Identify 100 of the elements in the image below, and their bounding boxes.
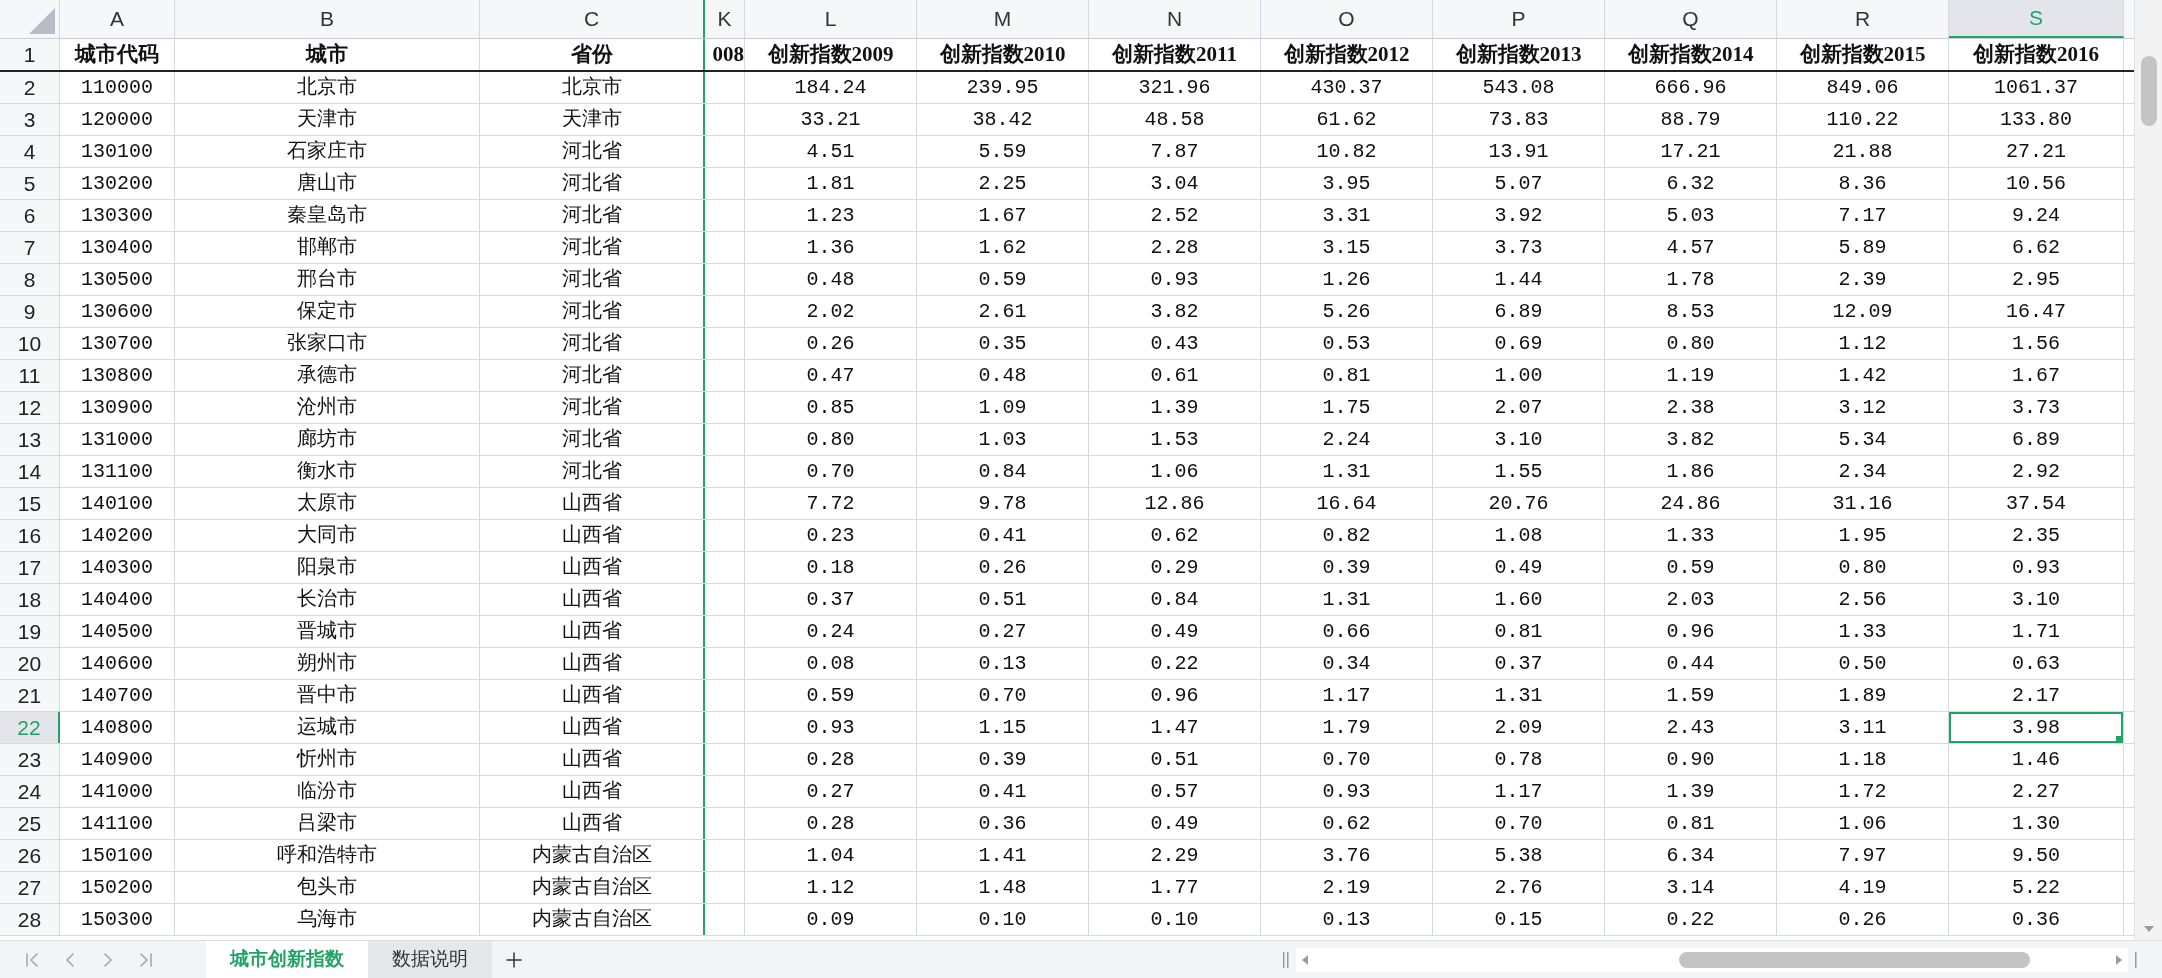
table-cell-text: 130900	[80, 394, 154, 421]
table-cell-text: 0.09	[805, 906, 856, 933]
splitter-icon[interactable]	[2134, 951, 2138, 968]
sheet-tab[interactable]: 数据说明	[368, 941, 492, 978]
splitter-icon[interactable]	[1282, 951, 1290, 968]
table-cell-text: 山西省	[560, 522, 623, 549]
table-cell-text: 16.47	[2005, 298, 2067, 325]
column-header[interactable]: M	[917, 0, 1089, 38]
scroll-down-icon[interactable]	[2143, 926, 2154, 932]
column-header[interactable]: O	[1261, 0, 1433, 38]
table-cell-text: 1.46	[2011, 746, 2061, 773]
table-cell-text: 0.37	[805, 586, 856, 613]
table-cell-text: 0.61	[1149, 362, 1200, 389]
column-header[interactable]: A	[60, 0, 175, 38]
scroll-left-icon[interactable]	[1302, 954, 1308, 965]
row-header[interactable]: 21	[0, 680, 60, 711]
table-cell-text: 0.10	[1149, 906, 1200, 933]
table-cell-text: 晋中市	[296, 682, 358, 709]
table-cell-text: 0.36	[2011, 906, 2061, 933]
row-header[interactable]: 26	[0, 840, 60, 871]
table-cell-text: 河北省	[560, 138, 623, 165]
table-cell-text: 1.30	[2011, 810, 2061, 837]
select-all-icon[interactable]	[29, 8, 55, 34]
table-cell-text: 5.03	[1665, 202, 1716, 229]
row-header[interactable]: 16	[0, 520, 60, 551]
table-cell-text: 0.22	[1149, 650, 1200, 677]
table-cell-text: 河北省	[560, 362, 623, 389]
row-header[interactable]: 24	[0, 776, 60, 807]
header-cell-text: 创新指数2009	[766, 40, 895, 68]
table-cell-text: 天津市	[560, 106, 623, 133]
row-header[interactable]: 7	[0, 232, 60, 263]
table-cell-text: 130200	[80, 170, 154, 197]
table-cell-text: 8.36	[1837, 170, 1888, 197]
table-cell-text: 山西省	[560, 586, 623, 613]
row-header[interactable]: 28	[0, 904, 60, 935]
scroll-thumb[interactable]	[2140, 56, 2157, 126]
table-cell-text: 141100	[80, 810, 154, 837]
row-header[interactable]: 25	[0, 808, 60, 839]
vertical-scrollbar[interactable]	[2134, 0, 2162, 940]
row-header[interactable]: 5	[0, 168, 60, 199]
column-header[interactable]: P	[1433, 0, 1605, 38]
table-cell-text: 140800	[80, 714, 154, 741]
table-cell-text: 1.19	[1665, 362, 1716, 389]
column-header[interactable]: L	[745, 0, 917, 38]
table-cell-text: 17.21	[1659, 138, 1722, 165]
horizontal-scrollbar[interactable]	[1296, 947, 2128, 972]
table-cell-text: 山西省	[560, 618, 623, 645]
table-cell-text: 2.03	[1665, 586, 1716, 613]
table-cell-text: 130300	[80, 202, 154, 229]
table-cell-text: 1.17	[1493, 778, 1544, 805]
table-cell-text: 10.82	[1315, 138, 1378, 165]
table-cell-text: 131100	[80, 458, 154, 485]
column-header[interactable]: Q	[1605, 0, 1777, 38]
table-cell-text: 河北省	[560, 394, 623, 421]
table-cell-text: 1.06	[1837, 810, 1888, 837]
table-cell[interactable]: 3.98	[1949, 712, 2123, 743]
table-cell-text: 3.82	[1149, 298, 1200, 325]
table-cell-text: 0.82	[1321, 522, 1372, 549]
table-cell-text: 2.52	[1149, 202, 1200, 229]
column-header[interactable]: C	[480, 0, 705, 38]
column-header[interactable]: K	[705, 0, 745, 38]
row-header[interactable]: 17	[0, 552, 60, 583]
table-cell-text: 忻州市	[295, 746, 358, 773]
table-cell-text: 1061.37	[1993, 74, 2079, 101]
table-cell-text: 130400	[80, 234, 154, 261]
table-cell-text: 10.56	[2005, 170, 2067, 197]
row-header[interactable]: 12	[0, 392, 60, 423]
row-header[interactable]: 9	[0, 296, 60, 327]
row-header[interactable]: 27	[0, 872, 60, 903]
table-cell-text: 1.39	[1149, 394, 1200, 421]
table-cell-text: 邢台市	[296, 266, 358, 293]
table-cell-text: 3.76	[1321, 842, 1372, 869]
table-cell-text: 1.95	[1837, 522, 1888, 549]
row-header[interactable]: 18	[0, 584, 60, 615]
row-header[interactable]: 23	[0, 744, 60, 775]
table-cell-text: 河北省	[560, 202, 623, 229]
table-cell-text: 0.29	[1149, 554, 1200, 581]
column-header[interactable]: N	[1089, 0, 1261, 38]
table-cell-text: 晋城市	[296, 618, 358, 645]
column-header[interactable]: B	[175, 0, 480, 38]
row-header[interactable]: 2	[0, 72, 60, 103]
row-header[interactable]: 3	[0, 104, 60, 135]
row-header[interactable]: 20	[0, 648, 60, 679]
row-header[interactable]: 13	[0, 424, 60, 455]
table-cell-text: 沧州市	[296, 394, 358, 421]
table-cell-text: 3.73	[1493, 234, 1544, 261]
row-header[interactable]: 10	[0, 328, 60, 359]
row-header[interactable]: 11	[0, 360, 60, 391]
row-header[interactable]: 19	[0, 616, 60, 647]
row-header[interactable]: 4	[0, 136, 60, 167]
table-cell-text: 150300	[80, 906, 154, 933]
row-header[interactable]: 1	[0, 39, 60, 70]
row-header[interactable]: 6	[0, 200, 60, 231]
scroll-right-icon[interactable]	[2116, 954, 2122, 965]
row-header[interactable]: 15	[0, 488, 60, 519]
table-cell-text: 1.59	[1665, 682, 1716, 709]
row-header[interactable]: 8	[0, 264, 60, 295]
table-cell-text: 邯郸市	[296, 234, 358, 261]
row-header[interactable]: 14	[0, 456, 60, 487]
scroll-thumb[interactable]	[1679, 951, 2030, 968]
